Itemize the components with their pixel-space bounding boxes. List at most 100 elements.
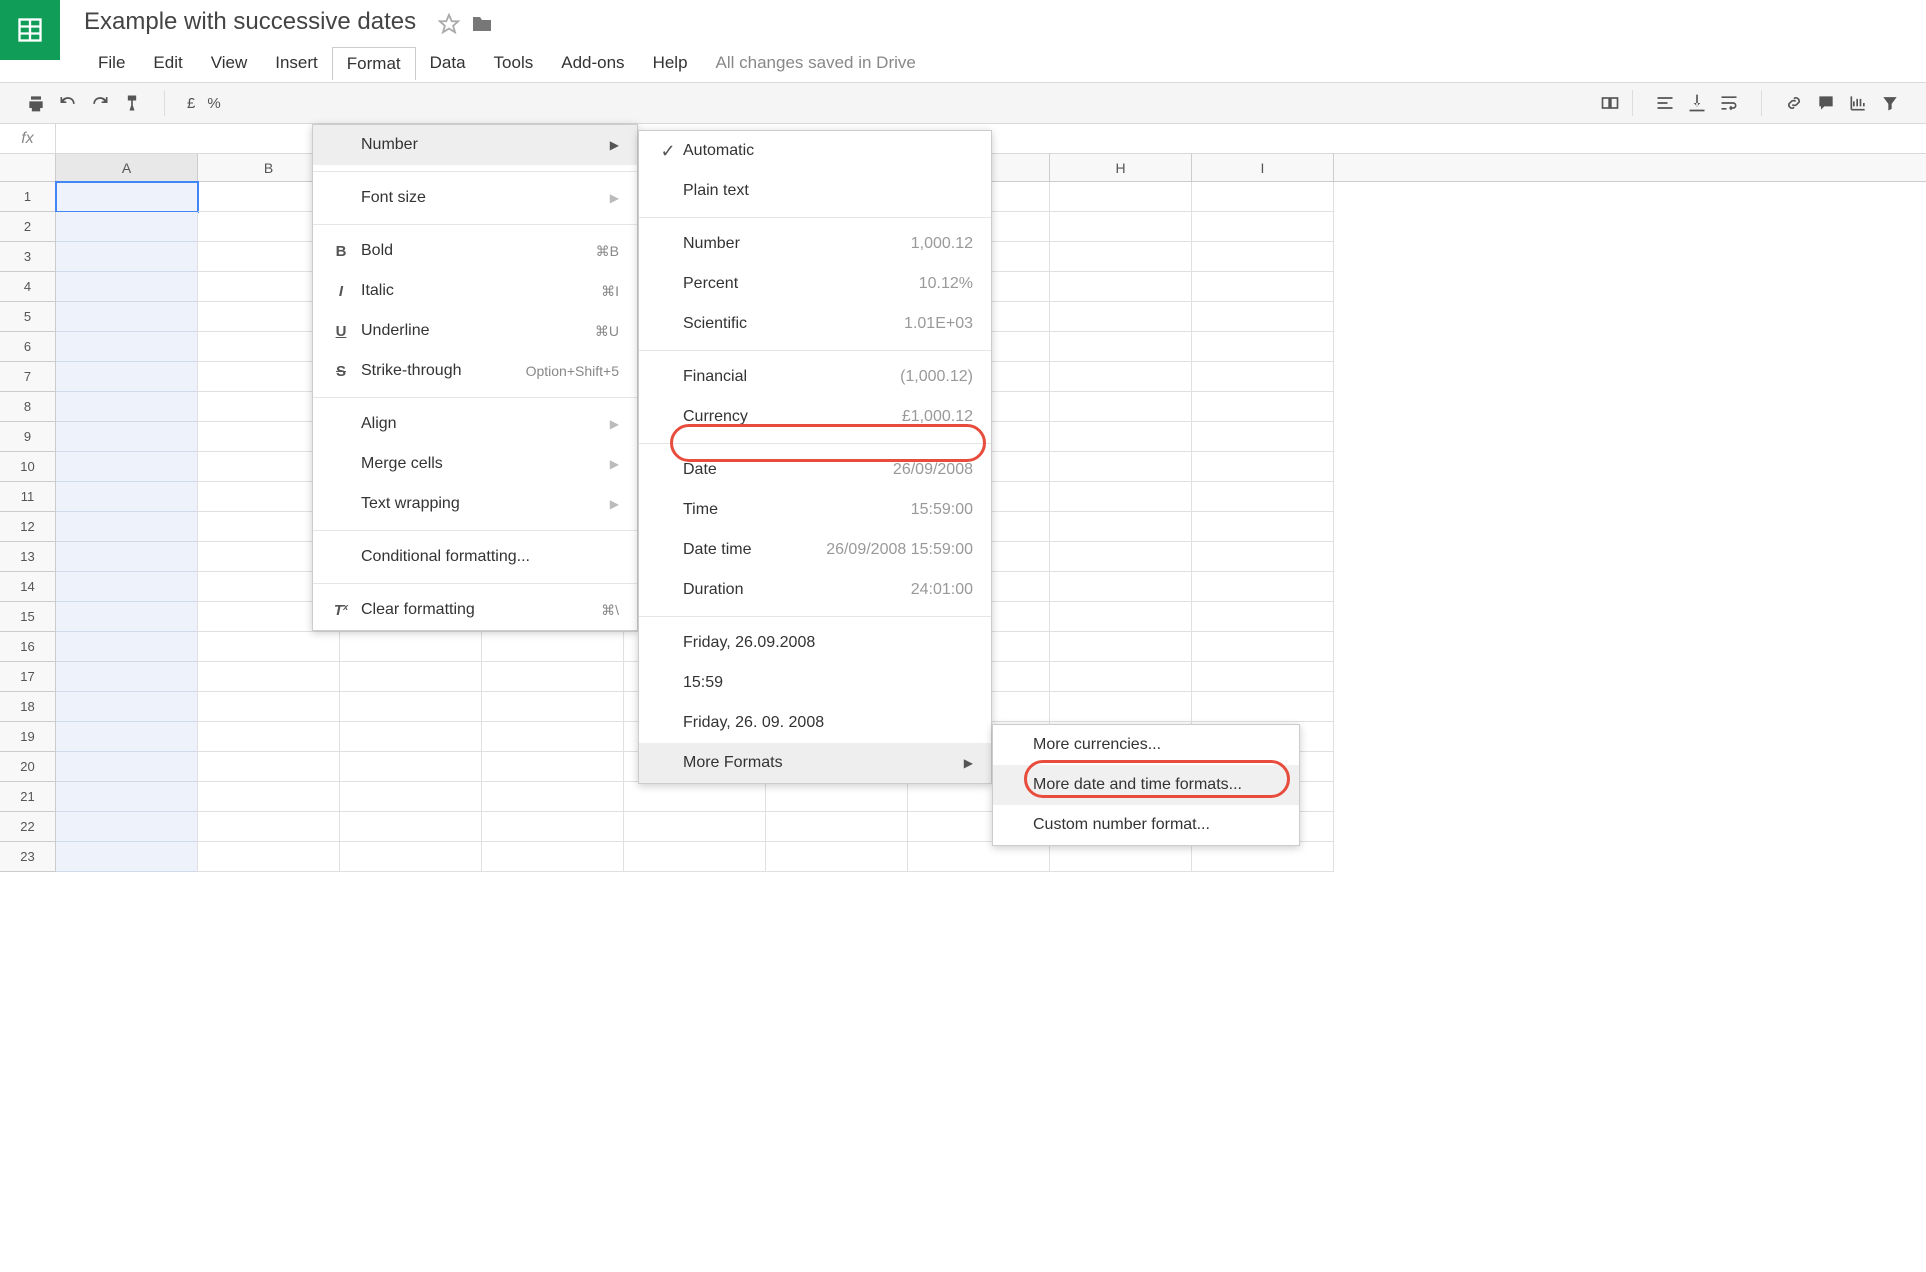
row-header[interactable]: 8 <box>0 392 56 422</box>
cell[interactable] <box>198 722 340 752</box>
cell[interactable] <box>1192 842 1334 872</box>
cell[interactable] <box>1050 542 1192 572</box>
number-custom2[interactable]: 15:59 <box>639 663 991 703</box>
menu-data[interactable]: Data <box>416 47 480 80</box>
menu-view[interactable]: View <box>197 47 262 80</box>
row-header[interactable]: 1 <box>0 182 56 212</box>
cell[interactable] <box>56 782 198 812</box>
row-header[interactable]: 23 <box>0 842 56 872</box>
cell[interactable] <box>1050 212 1192 242</box>
cell[interactable] <box>1192 542 1334 572</box>
row-header[interactable]: 17 <box>0 662 56 692</box>
cell[interactable] <box>908 842 1050 872</box>
cell[interactable] <box>1192 242 1334 272</box>
row-header[interactable]: 5 <box>0 302 56 332</box>
row-header[interactable]: 16 <box>0 632 56 662</box>
cell[interactable] <box>340 632 482 662</box>
cell[interactable] <box>1050 392 1192 422</box>
cell[interactable] <box>340 752 482 782</box>
format-align[interactable]: Align▶ <box>313 404 637 444</box>
cell[interactable] <box>56 212 198 242</box>
cell[interactable] <box>1050 662 1192 692</box>
cell[interactable] <box>56 182 198 212</box>
cell[interactable] <box>1192 512 1334 542</box>
row-header[interactable]: 22 <box>0 812 56 842</box>
cell[interactable] <box>1050 482 1192 512</box>
chart-icon[interactable] <box>1842 87 1874 119</box>
document-title[interactable]: Example with successive dates <box>84 8 416 36</box>
menu-tools[interactable]: Tools <box>480 47 548 80</box>
row-header[interactable]: 15 <box>0 602 56 632</box>
format-strike[interactable]: SStrike-throughOption+Shift+5 <box>313 351 637 391</box>
number-automatic[interactable]: ✓Automatic <box>639 131 991 171</box>
row-header[interactable]: 14 <box>0 572 56 602</box>
cell[interactable] <box>1192 182 1334 212</box>
cell[interactable] <box>198 692 340 722</box>
cell[interactable] <box>340 842 482 872</box>
cell[interactable] <box>482 782 624 812</box>
cell[interactable] <box>198 662 340 692</box>
number-number[interactable]: Number1,000.12 <box>639 224 991 264</box>
cell[interactable] <box>1192 602 1334 632</box>
cell[interactable] <box>482 692 624 722</box>
cell[interactable] <box>340 722 482 752</box>
cell[interactable] <box>1050 632 1192 662</box>
filter-icon[interactable] <box>1874 87 1906 119</box>
valign-icon[interactable] <box>1681 87 1713 119</box>
number-financial[interactable]: Financial(1,000.12) <box>639 357 991 397</box>
cell[interactable] <box>1192 482 1334 512</box>
cell[interactable] <box>766 782 908 812</box>
cell[interactable] <box>56 572 198 602</box>
cell[interactable] <box>56 812 198 842</box>
cell[interactable] <box>1192 632 1334 662</box>
cell[interactable] <box>56 452 198 482</box>
cell[interactable] <box>1192 662 1334 692</box>
more-date-time-formats[interactable]: More date and time formats... <box>993 765 1299 805</box>
cell[interactable] <box>1050 242 1192 272</box>
cell[interactable] <box>482 842 624 872</box>
cell[interactable] <box>1192 692 1334 722</box>
row-header[interactable]: 9 <box>0 422 56 452</box>
merge-icon[interactable] <box>1594 87 1626 119</box>
cell[interactable] <box>482 662 624 692</box>
cell[interactable] <box>482 812 624 842</box>
comment-icon[interactable] <box>1810 87 1842 119</box>
cell[interactable] <box>766 842 908 872</box>
cell[interactable] <box>1050 842 1192 872</box>
number-currency[interactable]: Currency£1,000.12 <box>639 397 991 437</box>
cell[interactable] <box>766 812 908 842</box>
number-custom1[interactable]: Friday, 26.09.2008 <box>639 623 991 663</box>
cell[interactable] <box>1192 572 1334 602</box>
more-currencies[interactable]: More currencies... <box>993 725 1299 765</box>
menu-help[interactable]: Help <box>639 47 702 80</box>
cell[interactable] <box>56 482 198 512</box>
cell[interactable] <box>56 272 198 302</box>
row-header[interactable]: 20 <box>0 752 56 782</box>
cell[interactable] <box>56 632 198 662</box>
cell[interactable] <box>624 812 766 842</box>
cell[interactable] <box>56 692 198 722</box>
cell[interactable] <box>56 332 198 362</box>
menu-file[interactable]: File <box>84 47 139 80</box>
row-header[interactable]: 19 <box>0 722 56 752</box>
text-wrap-icon[interactable] <box>1713 87 1745 119</box>
cell[interactable] <box>56 842 198 872</box>
cell[interactable] <box>56 362 198 392</box>
cell[interactable] <box>1192 452 1334 482</box>
percent-format-button[interactable]: % <box>201 95 226 112</box>
format-bold[interactable]: BBold⌘B <box>313 231 637 271</box>
cell[interactable] <box>56 722 198 752</box>
row-header[interactable]: 2 <box>0 212 56 242</box>
cell[interactable] <box>56 662 198 692</box>
row-header[interactable]: 12 <box>0 512 56 542</box>
cell[interactable] <box>482 632 624 662</box>
star-icon[interactable] <box>438 13 460 38</box>
row-header[interactable]: 11 <box>0 482 56 512</box>
cell[interactable] <box>340 662 482 692</box>
custom-number-format[interactable]: Custom number format... <box>993 805 1299 845</box>
number-percent[interactable]: Percent10.12% <box>639 264 991 304</box>
format-wrap[interactable]: Text wrapping▶ <box>313 484 637 524</box>
cell[interactable] <box>56 602 198 632</box>
cell[interactable] <box>482 752 624 782</box>
row-header[interactable]: 13 <box>0 542 56 572</box>
